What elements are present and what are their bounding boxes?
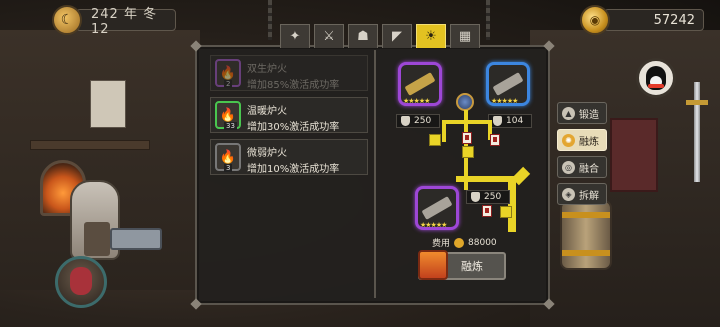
lock-icon	[490, 134, 500, 146]
item-desc: 增加10%激活成功率	[247, 164, 340, 175]
list-item[interactable]: 🔥 33 温暖炉火 增加30%激活成功率	[210, 97, 368, 133]
furnace-list: 🔥 2 双生炉火 增加85%激活成功率 🔥 33 温暖炉火 增加30%激活成功率 🔥…	[210, 55, 368, 181]
connector-line	[508, 176, 516, 232]
item-desc: 增加30%激活成功率	[247, 122, 340, 133]
tab-2[interactable]: ⚔	[314, 24, 344, 48]
list-item[interactable]: 🔥 3 微弱炉火 增加10%激活成功率	[210, 139, 368, 175]
weapon-icon	[492, 72, 524, 96]
item-name: 微弱炉火	[247, 148, 287, 159]
date-text: 242 年 冬 12	[76, 7, 176, 37]
wall-picture	[90, 80, 126, 128]
smelt-icon: ✺	[562, 133, 575, 147]
result-slot[interactable]: ★★★★★	[415, 186, 459, 230]
coin-icon	[454, 237, 465, 248]
result-value: 250	[484, 192, 502, 202]
shield-icon	[401, 116, 410, 126]
category-tabs: ✦ ⚔ ☗ ◤ ☀ ▦	[280, 24, 480, 48]
tab-1[interactable]: ✦	[280, 24, 310, 48]
flame-icon: 🔥 2	[215, 59, 241, 88]
list-item[interactable]: 🔥 2 双生炉火 增加85%激活成功率	[210, 55, 368, 91]
node-marker	[500, 206, 512, 218]
barrel	[560, 200, 612, 270]
item-name: 双生炉火	[247, 64, 287, 75]
tab-3[interactable]: ☗	[348, 24, 378, 48]
left-value: 250	[414, 116, 432, 126]
input-slot-right[interactable]: ★★★★★	[486, 62, 530, 106]
tab-6[interactable]: ▦	[450, 24, 480, 48]
weapon-icon	[421, 196, 453, 220]
anvil	[110, 228, 162, 250]
shield-icon	[493, 116, 502, 126]
item-name: 温暖炉火	[247, 106, 287, 117]
cost-label: 费用	[432, 239, 451, 249]
flame-icon: 🔥 3	[215, 143, 241, 172]
weapon-icon	[404, 72, 436, 96]
gold-display: ◉ 57242	[580, 5, 704, 35]
item-desc: 增加85%激活成功率	[247, 80, 340, 91]
gear-icon	[456, 93, 474, 111]
chain	[486, 0, 490, 40]
nav-smelt[interactable]: ✺ 融炼	[557, 129, 607, 151]
nav-dismantle[interactable]: ◈ 拆解	[557, 183, 607, 205]
connector-line	[456, 176, 516, 182]
cost-row: 费用 88000	[432, 236, 497, 249]
lock-icon	[462, 132, 472, 144]
node-marker	[462, 146, 474, 158]
chain	[268, 0, 272, 40]
nav-forge[interactable]: ▲ 锻造	[557, 102, 607, 124]
hammer-icon: ▲	[562, 106, 575, 120]
dismantle-icon: ◈	[562, 187, 575, 201]
right-value: 104	[506, 116, 524, 126]
lock-icon	[482, 205, 492, 217]
panel-divider	[374, 50, 376, 298]
fire-icon	[418, 250, 448, 280]
node-marker	[429, 134, 441, 146]
sword-decoration	[686, 82, 708, 182]
side-nav: ▲ 锻造 ✺ 融炼 ◎ 融合 ◈ 拆解	[557, 102, 607, 210]
gold-amount: 57242	[604, 9, 704, 31]
tab-4[interactable]: ◤	[382, 24, 412, 48]
avatar[interactable]	[55, 256, 107, 308]
coin-icon: ◉	[580, 5, 610, 35]
shield-icon	[471, 192, 480, 202]
left-value-box: 250	[396, 114, 440, 128]
tab-5[interactable]: ☀	[416, 24, 446, 48]
penguin-icon[interactable]	[636, 58, 676, 98]
nav-merge[interactable]: ◎ 融合	[557, 156, 607, 178]
shelf	[30, 140, 150, 150]
date-display: ☾ 242 年 冬 12	[52, 5, 176, 37]
connector-line	[442, 120, 492, 124]
cabinet	[610, 118, 658, 192]
merge-icon: ◎	[562, 160, 575, 174]
input-slot-left[interactable]: ★★★★★	[398, 62, 442, 106]
flame-icon: 🔥 33	[215, 101, 241, 130]
right-value-box: 104	[488, 114, 532, 128]
connector-line	[442, 120, 446, 142]
cost-value: 88000	[468, 237, 497, 248]
result-value-box: 250	[466, 190, 510, 204]
moon-icon: ☾	[52, 5, 82, 35]
